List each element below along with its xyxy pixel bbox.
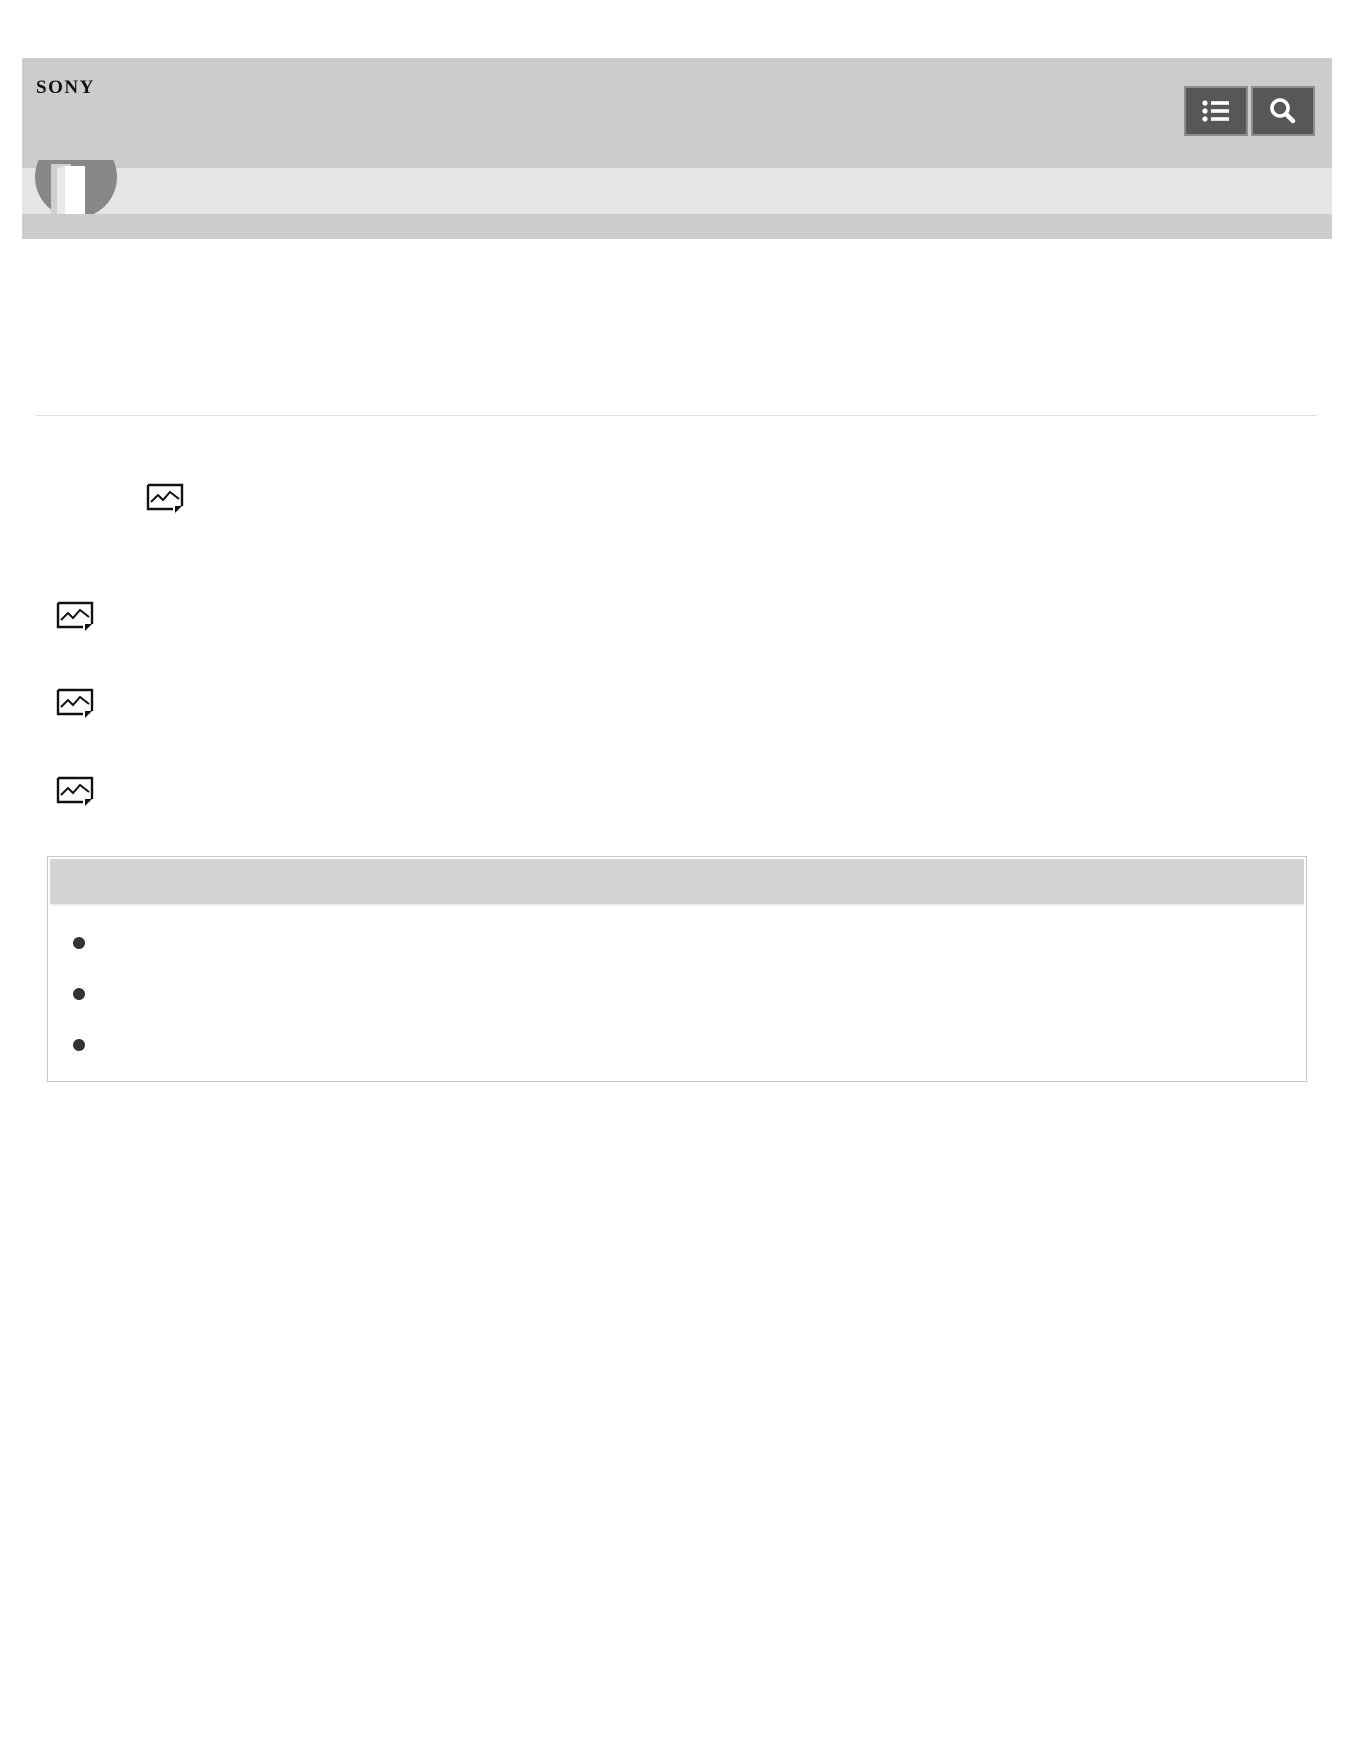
bullet-icon [73, 988, 85, 1000]
table-of-contents-button[interactable] [1184, 86, 1248, 136]
search-button[interactable] [1251, 86, 1315, 136]
picture-icon [56, 685, 96, 719]
header-bottom-strip [22, 214, 1332, 239]
note-box [47, 856, 1307, 1082]
title-divider [36, 415, 1317, 416]
site-header: SONY [22, 58, 1332, 168]
picture-icon [146, 480, 186, 514]
note-header [50, 859, 1304, 906]
breadcrumb-bar [22, 168, 1332, 214]
search-icon [1270, 98, 1296, 124]
bullet-icon [73, 1039, 85, 1051]
sony-logo: SONY [36, 77, 95, 98]
book-icon [35, 160, 117, 214]
list-menu-icon [1202, 100, 1229, 122]
bullet-icon [73, 937, 85, 949]
picture-icon [56, 773, 96, 807]
picture-icon [56, 598, 96, 632]
